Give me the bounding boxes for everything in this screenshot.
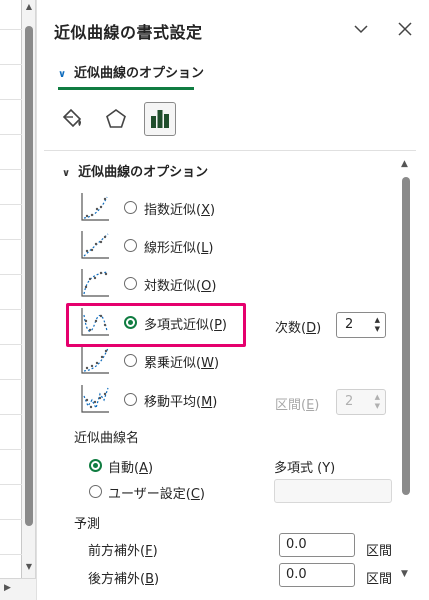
format-trendline-pane: 近似曲線の書式設定 ∨ 近似曲線のオプション ∨ 近似曲線のオプション 指数近似…	[44, 0, 429, 600]
trend-option-exponential[interactable]: 指数近似(X)	[78, 190, 408, 226]
order-spinner[interactable]: 2 ▲ ▼	[336, 312, 386, 338]
trend-option-power[interactable]: 累乗近似(W)	[78, 343, 408, 379]
tab-trendline-options[interactable]	[144, 102, 176, 136]
sheet-horizontal-scrollbar[interactable]: ▶	[0, 578, 36, 600]
close-icon[interactable]	[396, 20, 414, 38]
radio-name-custom[interactable]	[89, 485, 102, 498]
sheet-gridline	[0, 169, 22, 170]
section-title: 近似曲線のオプション	[78, 165, 209, 180]
order-value: 2	[345, 317, 354, 332]
sheet-gridline	[0, 449, 22, 450]
sheet-gridline	[0, 29, 22, 30]
chevron-down-icon: ∨	[58, 69, 67, 80]
chevron-down-icon: ∨	[62, 168, 71, 179]
subtab-underline	[58, 87, 194, 90]
moving-average-trend-icon	[81, 385, 109, 413]
scroll-up-arrow-icon[interactable]: ▲	[401, 159, 408, 169]
scroll-right-arrow-icon[interactable]: ▶	[4, 583, 11, 593]
sheet-scroll-thumb[interactable]	[25, 26, 33, 526]
bar-chart-icon	[151, 110, 169, 128]
forecast-forward-unit: 区間	[366, 544, 393, 559]
label-power: 累乗近似(W)	[144, 356, 220, 371]
linear-trend-icon	[81, 231, 109, 259]
sheet-gridline	[0, 554, 22, 555]
label-exponential: 指数近似(X)	[144, 203, 216, 218]
tab-fill-line[interactable]	[56, 102, 88, 136]
sheet-gridline	[0, 134, 22, 135]
sheet-gridline	[0, 99, 22, 100]
chevron-down-icon[interactable]	[352, 20, 370, 38]
trend-option-linear[interactable]: 線形近似(L)	[78, 228, 408, 264]
power-trend-icon	[81, 346, 109, 374]
radio-name-auto[interactable]	[89, 459, 102, 472]
name-auto-label: 自動(A)	[108, 461, 154, 476]
sheet-gridline	[0, 64, 22, 65]
spin-arrows-icon[interactable]: ▲ ▼	[375, 316, 380, 334]
sheet-gridline	[0, 414, 22, 415]
pane-scroll-thumb[interactable]	[402, 177, 410, 495]
forecast-backward-unit: 区間	[366, 572, 393, 587]
forecast-heading: 予測	[74, 517, 101, 532]
sheet-gridline	[0, 519, 22, 520]
label-moving-average: 移動平均(M)	[144, 395, 218, 410]
trend-option-logarithmic[interactable]: 対数近似(O)	[78, 266, 408, 302]
pane-title: 近似曲線の書式設定	[54, 23, 203, 42]
forecast-backward-input[interactable]: 0.0	[279, 563, 355, 587]
label-logarithmic: 対数近似(O)	[144, 279, 217, 294]
sheet-gridline	[0, 484, 22, 485]
logarithmic-trend-icon	[81, 269, 109, 297]
sheet-gridline	[0, 379, 22, 380]
exponential-trend-icon	[81, 193, 109, 221]
trendline-name-heading: 近似曲線名	[74, 431, 140, 446]
period-value: 2	[345, 394, 354, 409]
scroll-down-arrow-icon[interactable]: ▼	[22, 560, 36, 574]
forecast-backward-label: 後方補外(B)	[88, 572, 160, 587]
subtab-trendline-options[interactable]: ∨ 近似曲線のオプション	[58, 62, 204, 86]
section-trendline-options[interactable]: ∨ 近似曲線のオプション	[62, 161, 208, 180]
sheet-gridline	[0, 204, 22, 205]
name-custom-label: ユーザー設定(C)	[108, 487, 205, 502]
pentagon-icon	[106, 109, 126, 128]
period-label: 区間(E)	[275, 398, 320, 413]
pane-splitter[interactable]	[36, 0, 44, 600]
period-spinner: 2 ▲ ▼	[336, 389, 386, 415]
radio-power[interactable]	[124, 354, 137, 367]
scroll-down-arrow-icon[interactable]: ▼	[401, 569, 408, 579]
radio-linear[interactable]	[124, 239, 137, 252]
polynomial-highlight-box	[66, 303, 246, 347]
tab-effects[interactable]	[100, 102, 132, 136]
sheet-vertical-scrollbar[interactable]: ▲ ▼	[22, 0, 36, 578]
spreadsheet-edge	[0, 0, 22, 600]
sheet-gridline	[0, 344, 22, 345]
paint-bucket-icon	[62, 108, 82, 128]
sheet-gridline	[0, 309, 22, 310]
label-linear: 線形近似(L)	[144, 241, 214, 256]
sheet-gridline	[0, 274, 22, 275]
spin-arrows-icon: ▲ ▼	[374, 393, 380, 410]
name-auto-value: 多項式 (Y)	[274, 461, 336, 476]
options-content: ∨ 近似曲線のオプション 指数近似(X) 線形近似(L) 対数近似(O) 多項式…	[44, 151, 416, 600]
radio-moving-average[interactable]	[124, 393, 137, 406]
forecast-forward-label: 前方補外(F)	[88, 544, 158, 559]
sheet-gridline	[0, 239, 22, 240]
order-label: 次数(D)	[275, 321, 322, 336]
radio-logarithmic[interactable]	[124, 277, 137, 290]
pane-vertical-scrollbar[interactable]: ▲ ▼	[398, 155, 414, 595]
scroll-up-arrow-icon[interactable]: ▲	[22, 0, 36, 14]
forecast-forward-input[interactable]: 0.0	[279, 533, 355, 557]
custom-name-input	[274, 479, 392, 503]
radio-exponential[interactable]	[124, 201, 137, 214]
subtab-label: 近似曲線のオプション	[74, 66, 205, 81]
